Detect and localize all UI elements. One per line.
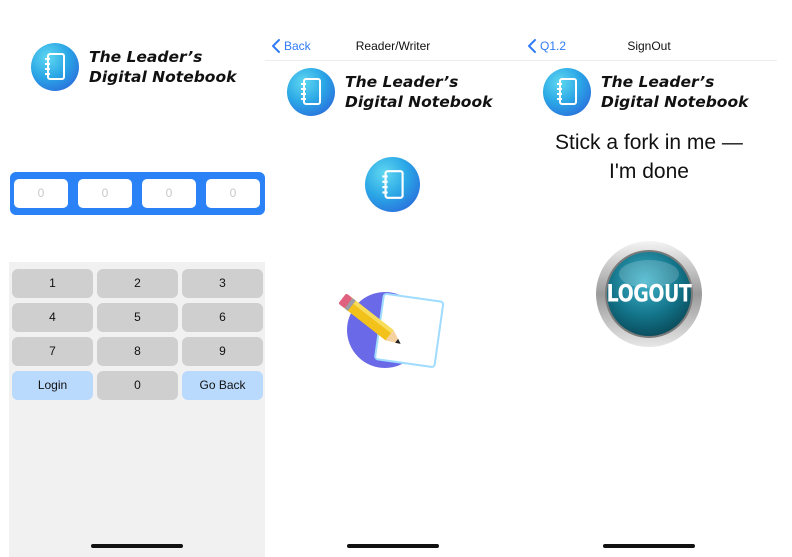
key-9[interactable]: 9 bbox=[182, 337, 263, 366]
reader-writer-screen: Back Reader/Writer The Leader’s Digital … bbox=[265, 0, 521, 557]
farewell-message: Stick a fork in me — I'm done bbox=[521, 128, 777, 186]
pencil-paper-icon bbox=[339, 292, 445, 368]
app-title-line2: Digital Notebook bbox=[89, 68, 237, 86]
nav-title: Reader/Writer bbox=[355, 39, 431, 53]
app-logo: The Leader’s Digital Notebook bbox=[31, 43, 236, 91]
nav-title: SignOut bbox=[627, 39, 671, 53]
pin-entry-bar: 0 0 0 0 bbox=[10, 172, 265, 215]
logout-button[interactable]: LOGOUT bbox=[594, 239, 704, 349]
writer-button[interactable] bbox=[335, 288, 445, 378]
app-logo: The Leader’s Digital Notebook bbox=[543, 68, 748, 116]
key-2[interactable]: 2 bbox=[97, 269, 178, 298]
home-indicator[interactable] bbox=[91, 544, 183, 548]
app-logo: The Leader’s Digital Notebook bbox=[287, 68, 492, 116]
nav-bar: Back Reader/Writer bbox=[265, 36, 521, 61]
farewell-line2: I'm done bbox=[609, 160, 689, 183]
key-3[interactable]: 3 bbox=[182, 269, 263, 298]
pin-digit-3[interactable]: 0 bbox=[142, 179, 196, 208]
go-back-button[interactable]: Go Back bbox=[182, 371, 263, 400]
notebook-icon bbox=[31, 43, 79, 91]
farewell-line1: Stick a fork in me — bbox=[555, 131, 743, 154]
pin-screen: The Leader’s Digital Notebook 0 0 0 0 1 … bbox=[9, 0, 265, 557]
notebook-icon bbox=[543, 68, 591, 116]
notebook-icon bbox=[381, 169, 404, 199]
keypad: 1 2 3 4 5 6 7 8 9 Login 0 Go Back bbox=[9, 262, 265, 557]
pin-digit-1[interactable]: 0 bbox=[14, 179, 68, 208]
app-title-line1: The Leader’s bbox=[89, 48, 203, 66]
login-button[interactable]: Login bbox=[12, 371, 93, 400]
key-1[interactable]: 1 bbox=[12, 269, 93, 298]
app-title: The Leader’s Digital Notebook bbox=[89, 47, 236, 87]
key-8[interactable]: 8 bbox=[97, 337, 178, 366]
key-5[interactable]: 5 bbox=[97, 303, 178, 332]
notebook-icon bbox=[287, 68, 335, 116]
app-title-line2: Digital Notebook bbox=[345, 93, 493, 111]
key-0[interactable]: 0 bbox=[97, 371, 178, 400]
pin-digit-2[interactable]: 0 bbox=[78, 179, 132, 208]
pin-digit-4[interactable]: 0 bbox=[206, 179, 260, 208]
app-title-line2: Digital Notebook bbox=[601, 93, 749, 111]
home-indicator[interactable] bbox=[347, 544, 439, 548]
nav-bar: Q1.2 SignOut bbox=[521, 36, 777, 61]
reader-button[interactable] bbox=[365, 157, 420, 212]
signout-screen: Q1.2 SignOut The Leader’s Digital Notebo… bbox=[521, 0, 777, 557]
key-7[interactable]: 7 bbox=[12, 337, 93, 366]
app-title-line1: The Leader’s bbox=[345, 73, 459, 91]
app-title-line1: The Leader’s bbox=[601, 73, 715, 91]
app-title: The Leader’s Digital Notebook bbox=[601, 72, 748, 112]
key-6[interactable]: 6 bbox=[182, 303, 263, 332]
home-indicator[interactable] bbox=[603, 544, 695, 548]
app-title: The Leader’s Digital Notebook bbox=[345, 72, 492, 112]
key-4[interactable]: 4 bbox=[12, 303, 93, 332]
logout-label: LOGOUT bbox=[606, 280, 692, 308]
